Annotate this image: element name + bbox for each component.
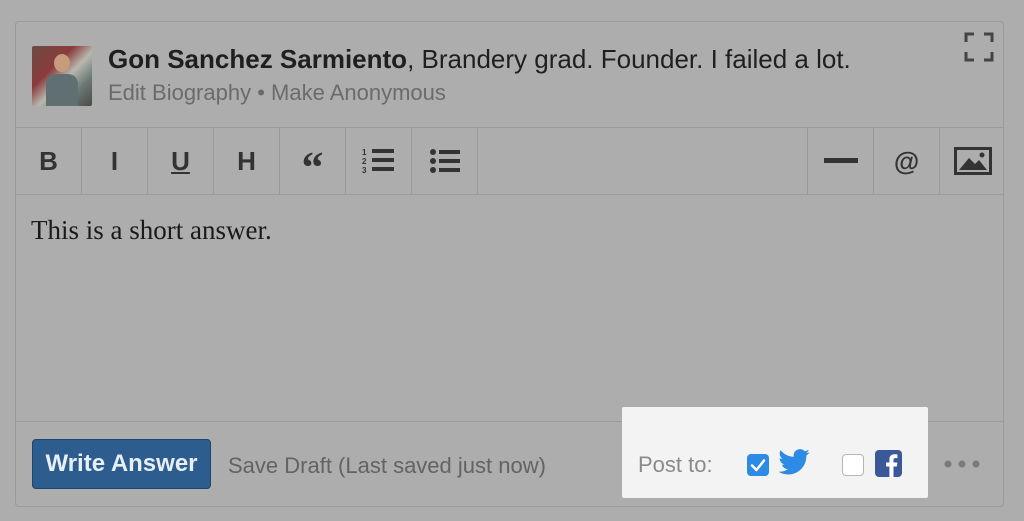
make-anonymous-link[interactable]: Make Anonymous <box>271 80 446 105</box>
write-answer-button[interactable]: Write Answer <box>32 439 211 489</box>
image-icon <box>953 147 992 175</box>
answer-content[interactable]: This is a short answer. <box>31 215 272 246</box>
post-to-panel: Post to: <box>622 407 928 498</box>
checkmark-icon <box>750 459 766 472</box>
italic-icon: I <box>110 145 119 176</box>
formatting-toolbar: B I U H “ 1 2 3 @ <box>16 128 1003 195</box>
twitter-checkbox[interactable] <box>747 454 769 476</box>
bold-button[interactable]: B <box>16 128 82 194</box>
svg-text:1: 1 <box>362 148 367 157</box>
image-button[interactable] <box>939 128 1005 194</box>
bullet-list-icon <box>429 149 460 173</box>
quote-button[interactable]: “ <box>280 128 346 194</box>
fullscreen-icon[interactable] <box>964 32 994 62</box>
twitter-icon[interactable] <box>778 449 810 475</box>
bold-icon: B <box>39 145 58 176</box>
edit-biography-link[interactable]: Edit Biography <box>108 80 251 105</box>
save-draft-link[interactable]: Save Draft (Last saved just now) <box>228 453 546 479</box>
underline-button[interactable]: U <box>148 128 214 194</box>
author-bio: , Brandery grad. Founder. I failed a lot… <box>407 44 851 74</box>
svg-text:3: 3 <box>362 166 367 175</box>
italic-button[interactable]: I <box>82 128 148 194</box>
bullet-list-button[interactable] <box>412 128 478 194</box>
post-to-label: Post to: <box>638 452 713 477</box>
avatar <box>32 46 92 106</box>
heading-button[interactable]: H <box>214 128 280 194</box>
facebook-checkbox[interactable] <box>842 454 864 476</box>
author-actions: Edit Biography • Make Anonymous <box>108 80 446 106</box>
quote-icon: “ <box>301 143 324 192</box>
numbered-list-icon: 1 2 3 <box>362 148 394 175</box>
numbered-list-button[interactable]: 1 2 3 <box>346 128 412 194</box>
horizontal-rule-icon <box>823 158 858 163</box>
author-line: Gon Sanchez Sarmiento, Brandery grad. Fo… <box>108 44 851 75</box>
heading-icon: H <box>237 145 256 176</box>
mention-icon: @ <box>893 145 920 176</box>
mention-button[interactable]: @ <box>873 128 939 194</box>
horizontal-rule-button[interactable] <box>807 128 873 194</box>
facebook-icon[interactable] <box>875 450 902 477</box>
separator: • <box>251 80 272 105</box>
svg-text:2: 2 <box>362 157 367 166</box>
author-name: Gon Sanchez Sarmiento <box>108 44 408 74</box>
answer-text-area[interactable]: This is a short answer. <box>16 195 1003 422</box>
author-header: Gon Sanchez Sarmiento, Brandery grad. Fo… <box>16 22 1003 128</box>
more-options-icon[interactable] <box>944 460 980 468</box>
underline-icon: U <box>171 145 190 176</box>
